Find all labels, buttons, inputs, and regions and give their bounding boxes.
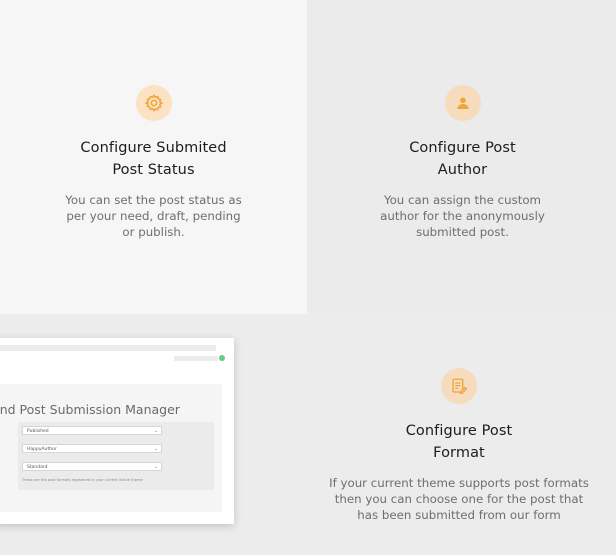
feature-title: Configure Post Author (409, 140, 516, 178)
chevron-down-icon: ⌄ (153, 464, 158, 470)
mock-select-status: Published ⌄ (22, 426, 162, 435)
mock-form: Published ⌄ HappyAuthor ⌄ Standard ⌄ These … (18, 422, 214, 490)
chevron-down-icon: ⌄ (153, 446, 158, 452)
feature-description: If your current theme supports post form… (329, 476, 589, 522)
feature-description: You can assign the custom author for the… (380, 193, 545, 239)
feature-card-post-author: Configure Post Author You can assign the… (309, 0, 616, 314)
status-dot-icon (219, 355, 225, 361)
feature-title: Configure Submited Post Status (80, 140, 227, 178)
gear-icon (135, 85, 172, 121)
feature-format: Configure Post Format If your current th… (302, 368, 616, 523)
post-format-screenshot-panel: end Post Submission Manager Published ⌄ H… (0, 316, 300, 555)
feature-author: Configure Post Author You can assign the… (309, 85, 616, 240)
mock-browser-bar (0, 345, 216, 351)
user-icon (444, 85, 481, 121)
feature-description: You can set the post status as per your … (65, 193, 242, 239)
feature-card-post-status: Configure Submited Post Status You can s… (0, 0, 307, 314)
document-edit-icon (441, 368, 477, 404)
post-format-screenshot: end Post Submission Manager Published ⌄ H… (0, 338, 234, 524)
feature-card-post-format: Configure Post Format If your current th… (302, 316, 616, 555)
mock-content-area: end Post Submission Manager Published ⌄ H… (0, 384, 222, 512)
mock-hint-text: These are the post formats registered in… (22, 478, 143, 482)
mock-select-format: Standard ⌄ (22, 462, 162, 471)
mock-page-heading: end Post Submission Manager (0, 402, 180, 417)
mock-toolbar-bar (174, 356, 218, 361)
feature-title: Configure Post Format (405, 423, 513, 461)
chevron-down-icon: ⌄ (153, 428, 158, 434)
feature-status: Configure Submited Post Status You can s… (0, 85, 307, 240)
mock-select-author: HappyAuthor ⌄ (22, 444, 162, 453)
